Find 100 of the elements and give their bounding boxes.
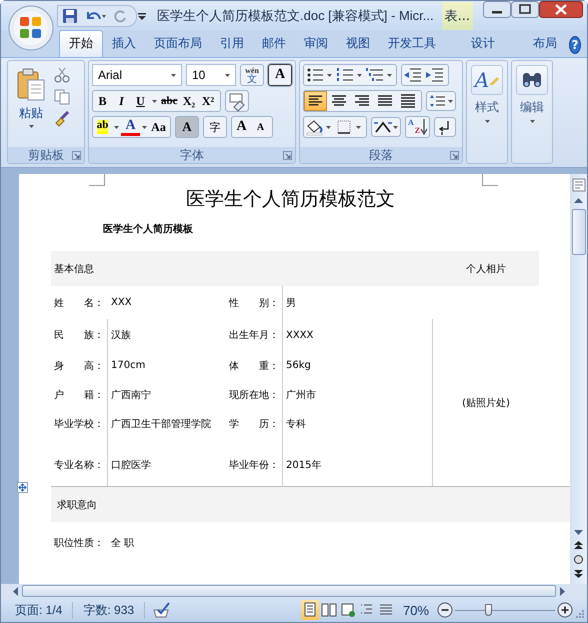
field-label: 户 籍： — [54, 388, 104, 402]
dialog-launcher-icon[interactable] — [72, 151, 81, 160]
subscript-button[interactable]: X₂ — [180, 91, 198, 111]
contextual-tab-group: 表... — [442, 2, 474, 30]
dropdown-arrow-icon[interactable] — [152, 100, 157, 102]
brush-icon[interactable] — [54, 111, 70, 127]
ruler-toggle-icon[interactable] — [572, 178, 586, 192]
field-label: 身 高： — [54, 360, 104, 372]
maximize-button[interactable] — [511, 1, 539, 18]
document-title: 医学生个人简历模板范文 — [186, 188, 395, 212]
field-value: 2015年 — [286, 459, 322, 472]
photo-hint: (贴照片处) — [462, 396, 510, 410]
bold-button[interactable]: B — [93, 91, 112, 111]
table-move-handle-icon[interactable] — [17, 482, 28, 493]
field-label: 性 别： — [229, 296, 279, 310]
minimize-button[interactable] — [483, 1, 511, 18]
group-label: 样式 — [475, 99, 499, 116]
scroll-right-arrow-icon[interactable] — [560, 586, 565, 596]
shading-bucket-icon[interactable] — [304, 118, 334, 136]
scroll-up-arrow-icon[interactable] — [574, 198, 583, 203]
binoculars-icon — [520, 70, 544, 90]
ribbon-tab[interactable]: 开发工具 — [379, 31, 445, 57]
decrease-indent-icon[interactable] — [402, 66, 424, 84]
line-spacing-icon[interactable] — [426, 91, 456, 111]
ribbon-tab[interactable]: 页面布局 — [145, 31, 211, 57]
grow-font-button[interactable]: A — [232, 117, 251, 137]
asian-layout-icon[interactable] — [371, 117, 401, 137]
next-page-icon[interactable] — [574, 570, 583, 578]
increase-indent-icon[interactable] — [424, 66, 446, 84]
zoom-slider-thumb[interactable] — [485, 604, 492, 616]
field-label: 职位性质： — [54, 536, 105, 550]
ribbon-tab[interactable]: 开始 — [59, 30, 103, 57]
change-case-button[interactable]: Aa — [149, 117, 168, 137]
paste-button[interactable]: 粘贴 — [11, 64, 51, 144]
phonetic-guide-button[interactable]: wén 文 — [240, 64, 264, 86]
copy-icon[interactable] — [54, 89, 70, 105]
zoom-out-button[interactable] — [437, 602, 453, 618]
numbering-icon[interactable] — [334, 66, 364, 84]
dropdown-arrow-icon[interactable] — [114, 126, 119, 128]
character-shading-button[interactable]: A — [175, 116, 199, 138]
document-subtitle: 医学生个人简历模板 — [103, 222, 194, 236]
enclose-characters-button[interactable]: 字 — [203, 116, 227, 138]
close-button[interactable] — [539, 1, 583, 18]
highlight-button[interactable]: ab — [93, 117, 112, 137]
field-value: 广州市 — [286, 388, 316, 402]
sort-button[interactable]: A Z — [405, 116, 430, 138]
character-border-button[interactable]: A — [268, 64, 292, 86]
ribbon-tab[interactable]: 布局 — [521, 31, 569, 57]
caret-icon — [28, 125, 34, 128]
dialog-launcher-icon[interactable] — [283, 151, 292, 160]
field-value: 170cm — [111, 360, 146, 371]
resize-grip-icon[interactable] — [575, 609, 585, 619]
field-value: 全 职 — [111, 537, 134, 550]
dialog-launcher-icon[interactable] — [450, 151, 459, 160]
shrink-font-button[interactable]: A — [251, 117, 270, 137]
previous-page-icon[interactable] — [574, 541, 583, 549]
ribbon-tab[interactable]: 邮件 — [253, 31, 295, 57]
field-value: 广西卫生干部管理学院 — [111, 418, 211, 431]
strikethrough-button[interactable]: abc — [159, 91, 180, 111]
clear-formatting-icon[interactable] — [224, 90, 248, 112]
scroll-down-arrow-icon[interactable] — [574, 530, 583, 535]
ribbon-tab[interactable]: 引用 — [211, 31, 253, 57]
dropdown-arrow-icon[interactable] — [142, 126, 147, 128]
multilevel-list-icon[interactable] — [364, 66, 394, 84]
word-count[interactable]: 字数: 933 — [73, 602, 146, 618]
underline-button[interactable]: U — [131, 91, 150, 111]
font-name-field[interactable]: Arial — [92, 64, 182, 86]
editing-button[interactable] — [516, 65, 548, 95]
field-label: 姓 名： — [54, 296, 104, 310]
align-left-button[interactable] — [304, 91, 327, 111]
zoom-in-button[interactable] — [557, 602, 573, 618]
zoom-slider[interactable] — [455, 603, 555, 617]
scroll-thumb[interactable] — [572, 209, 586, 255]
field-value: 广西南宁 — [111, 388, 151, 402]
styles-button[interactable]: A — [471, 65, 503, 95]
scroll-left-arrow-icon[interactable] — [13, 586, 18, 596]
print-layout-view-button[interactable] — [300, 600, 319, 620]
field-label: 体 重： — [229, 360, 279, 372]
ribbon-tab[interactable]: 插入 — [103, 31, 145, 57]
crop-mark-icon — [89, 174, 105, 186]
font-color-button[interactable]: A — [121, 118, 140, 136]
ribbon-tab[interactable]: 审阅 — [295, 31, 337, 57]
crop-mark-icon — [482, 174, 498, 186]
browse-object-icon[interactable] — [574, 555, 583, 564]
show-marks-icon[interactable] — [434, 117, 456, 137]
group-label: 字体 — [180, 146, 204, 164]
font-size-field[interactable]: 10 — [186, 64, 236, 86]
help-button[interactable]: ? — [569, 36, 581, 54]
ribbon-tab[interactable]: 设计 — [459, 31, 507, 57]
superscript-button[interactable]: X² — [198, 91, 218, 111]
zoom-level[interactable]: 70% — [402, 602, 429, 618]
scroll-thumb[interactable] — [22, 585, 556, 597]
page-count[interactable]: 页面: 1/4 — [5, 602, 74, 618]
dropdown-arrow-icon — [225, 74, 230, 76]
ribbon-tab[interactable]: 视图 — [337, 31, 379, 57]
scissors-icon[interactable] — [54, 67, 70, 83]
office-logo-button[interactable] — [8, 5, 54, 51]
customize-menu-icon[interactable] — [137, 11, 147, 21]
italic-button[interactable]: I — [112, 91, 131, 111]
save-icon[interactable] — [62, 8, 78, 24]
